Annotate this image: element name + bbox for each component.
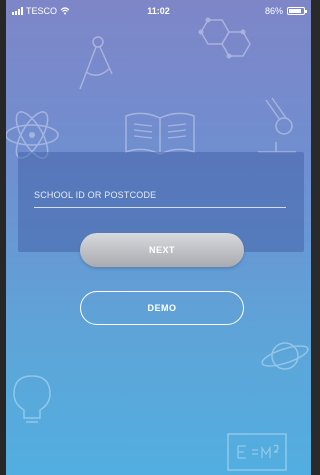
demo-button-label: DEMO: [147, 303, 177, 313]
microscope-icon: [258, 97, 296, 153]
battery-fill: [289, 9, 302, 13]
formula-board-icon: [227, 433, 287, 471]
status-bar: TESCO 11:02 86%: [6, 0, 311, 22]
next-button-label: NEXT: [148, 245, 175, 255]
battery-icon: [287, 7, 307, 15]
status-right: 86%: [264, 6, 307, 16]
app-screen: TESCO 11:02 86% SCHOOL ID OR POSTCODE NE…: [6, 0, 311, 475]
lightbulb-icon: [13, 375, 51, 423]
next-button[interactable]: NEXT: [80, 233, 244, 267]
planet-icon: [261, 342, 309, 370]
book-icon: [125, 112, 195, 155]
demo-button[interactable]: DEMO: [80, 291, 244, 325]
compass-icon: [79, 36, 113, 90]
molecule-icon: [198, 17, 251, 59]
battery-percent: 86%: [264, 6, 283, 16]
school-id-input[interactable]: [34, 182, 286, 208]
